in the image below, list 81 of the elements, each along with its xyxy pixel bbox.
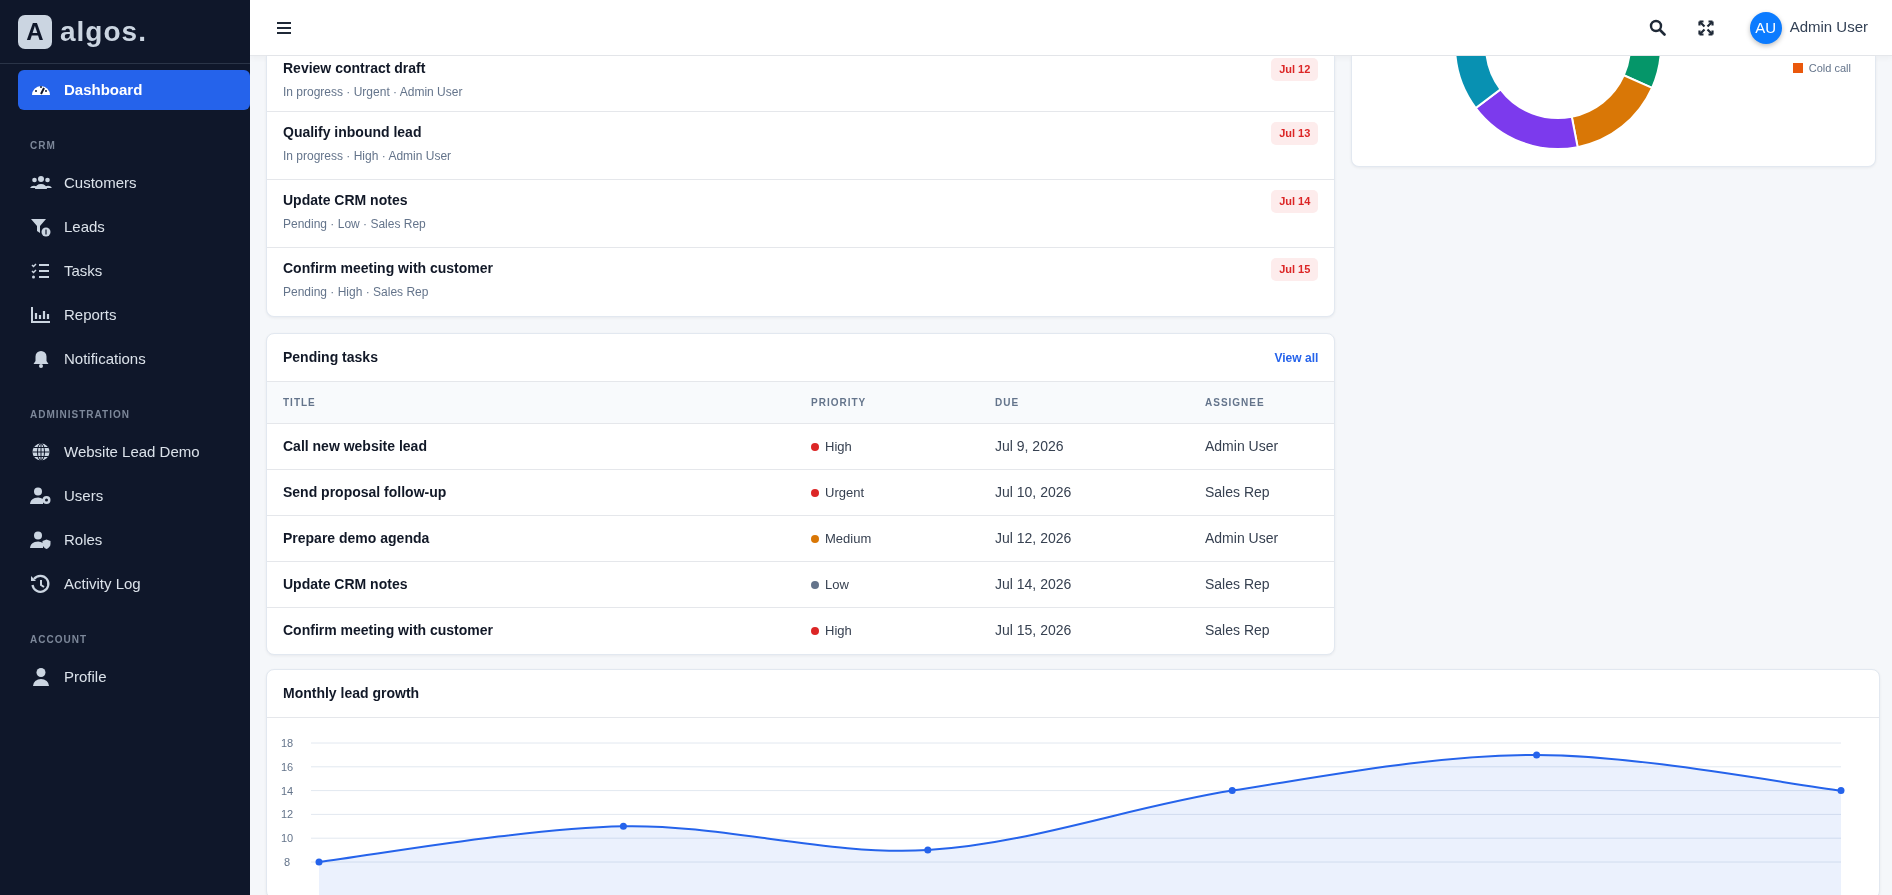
table-cell: Sales Rep — [1189, 561, 1335, 608]
task-meta: In progress · High · Admin User — [283, 148, 452, 165]
sidebar-item[interactable]: Reports — [18, 295, 250, 335]
axis-label: 12 — [280, 807, 294, 820]
due-date: Jul 12 — [1271, 58, 1319, 81]
section-heading: ADMINISTRATION — [29, 408, 131, 422]
table-cell: Confirm meeting with customer — [267, 607, 795, 654]
priority-label: High — [825, 623, 852, 639]
logo-text: algos. — [60, 14, 147, 49]
table-cell: Jul 14, 2026 — [979, 561, 1189, 608]
axis-label: 16 — [280, 760, 294, 773]
section-heading: CRM — [29, 139, 57, 153]
axis-label: 10 — [280, 831, 294, 844]
table-cell: Update CRM notes — [267, 561, 795, 608]
due-date: Jul 15 — [1271, 258, 1319, 281]
sidebar-item[interactable]: Users — [18, 476, 250, 516]
column-header: DUE — [979, 382, 1189, 424]
legend-label: Cold call — [1808, 61, 1851, 76]
history-icon — [30, 574, 52, 594]
user-avatar[interactable]: AU — [1749, 11, 1782, 44]
table-cell: Admin User — [1189, 515, 1335, 562]
sidebar-item[interactable]: Dashboard — [18, 70, 250, 110]
sidebar-item[interactable]: Website Lead Demo — [18, 432, 250, 472]
table-cell: Sales Rep — [1189, 607, 1335, 654]
sidebar-item[interactable]: Tasks — [18, 251, 250, 291]
task-meta: Pending · Low · Sales Rep — [283, 216, 426, 233]
data-point — [924, 846, 932, 854]
sidebar-item[interactable]: Roles — [18, 520, 250, 560]
due-date: Jul 14 — [1271, 190, 1319, 213]
axis-label: 8 — [283, 855, 291, 868]
column-header: TITLE — [267, 382, 795, 424]
checklist-icon — [30, 261, 52, 281]
sidebar-item[interactable]: Profile — [18, 657, 250, 697]
logo-mark: A — [18, 14, 52, 49]
globe-icon — [30, 442, 52, 462]
bar-chart-icon — [30, 305, 52, 325]
funnel-icon — [30, 217, 52, 237]
user-icon — [30, 667, 52, 687]
table-cell: Prepare demo agenda — [267, 515, 795, 562]
table-cell: Sales Rep — [1189, 469, 1335, 516]
user-gear-icon — [30, 486, 52, 506]
priority-label: High — [825, 439, 852, 454]
fullscreen-icon — [1697, 19, 1714, 36]
data-point — [1228, 786, 1236, 794]
column-header: ASSIGNEE — [1189, 382, 1335, 424]
view-all-link[interactable]: View all — [1274, 348, 1319, 367]
axis-label: 14 — [280, 784, 294, 797]
search-icon — [1648, 19, 1666, 36]
user-name[interactable]: Admin User — [1789, 16, 1868, 39]
axis-label: 18 — [280, 736, 294, 749]
sidebar-item[interactable]: Notifications — [18, 339, 250, 379]
card-title: Monthly lead growth — [283, 683, 420, 703]
priority-label: Medium — [825, 531, 872, 546]
task-title[interactable]: Confirm meeting with customer — [283, 258, 494, 279]
data-point — [1533, 750, 1541, 758]
table-cell: Jul 10, 2026 — [979, 469, 1189, 516]
table-cell: Jul 15, 2026 — [979, 607, 1189, 654]
sidebar-item[interactable]: Customers — [18, 163, 250, 203]
menu-icon — [276, 20, 292, 35]
table-cell: Send proposal follow-up — [267, 469, 795, 516]
section-heading: ACCOUNT — [29, 633, 88, 647]
task-title[interactable]: Update CRM notes — [283, 190, 426, 211]
table-cell: Jul 12, 2026 — [979, 515, 1189, 562]
table-cell: Call new website lead — [267, 423, 795, 470]
task-title[interactable]: Review contract draft — [283, 58, 463, 79]
sidebar-item[interactable]: Activity Log — [18, 564, 250, 604]
priority-label: Low — [825, 577, 849, 592]
card-title: Pending tasks — [283, 348, 378, 367]
column-header: PRIORITY — [795, 382, 979, 424]
task-meta: Pending · High · Sales Rep — [283, 284, 430, 301]
task-title[interactable]: Qualify inbound lead — [283, 122, 452, 143]
data-point — [1837, 786, 1845, 794]
data-point — [315, 858, 323, 865]
sidebar-item[interactable]: Leads — [18, 207, 250, 247]
user-shield-icon — [30, 530, 52, 550]
data-point — [619, 822, 627, 830]
priority-label: Urgent — [825, 485, 865, 500]
due-date: Jul 13 — [1271, 122, 1319, 145]
table-cell: Admin User — [1189, 423, 1335, 470]
table-cell: Jul 9, 2026 — [979, 423, 1189, 470]
task-meta: In progress · Urgent · Admin User — [283, 84, 463, 101]
